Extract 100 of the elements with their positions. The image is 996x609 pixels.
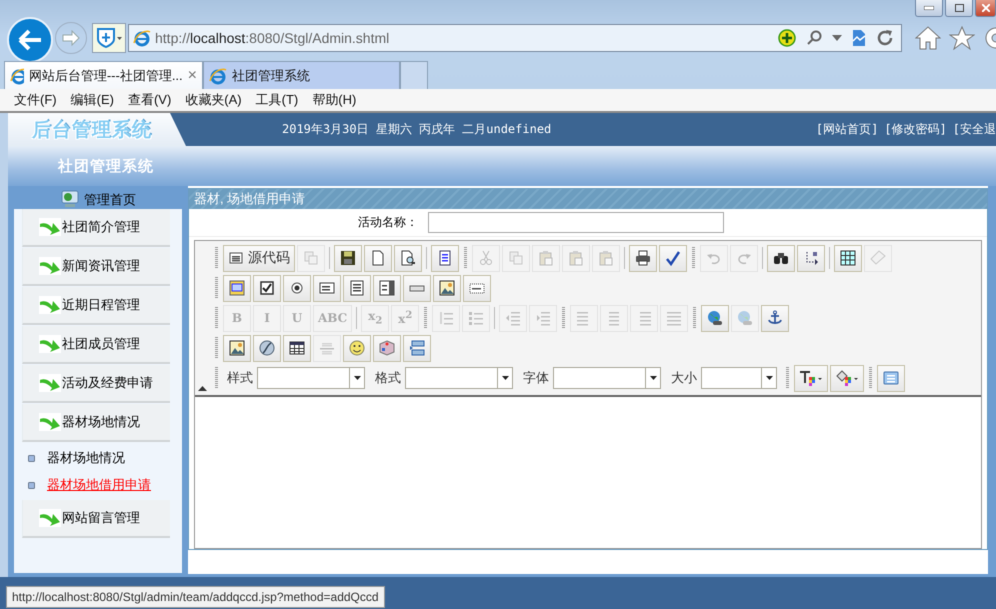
sidebar-item[interactable]: 网站留言管理 bbox=[22, 500, 170, 538]
size-select[interactable] bbox=[701, 367, 777, 389]
image-button[interactable] bbox=[223, 334, 251, 362]
smiley-button[interactable] bbox=[343, 334, 371, 362]
form-button-button[interactable] bbox=[403, 274, 431, 302]
page-break-button[interactable] bbox=[403, 334, 431, 362]
clipboard-icon bbox=[568, 250, 584, 266]
background-color-button[interactable] bbox=[830, 364, 864, 392]
new-page-button[interactable] bbox=[364, 244, 392, 272]
sidebar-item[interactable]: 社团简介管理 bbox=[22, 209, 170, 247]
home-icon bbox=[915, 26, 941, 50]
menu-item[interactable]: 工具(T) bbox=[250, 91, 304, 109]
shield-dropdown-button[interactable] bbox=[92, 23, 126, 53]
select-field-button[interactable] bbox=[373, 274, 401, 302]
panel-title: 器材, 场地借用申请 bbox=[189, 189, 987, 209]
minimize-button[interactable] bbox=[915, 0, 943, 17]
collapse-toolbar-button[interactable] bbox=[197, 384, 208, 393]
text-color-button[interactable] bbox=[794, 364, 828, 392]
link-tooltip: http://localhost:8080/Stgl/admin/team/addqccd.jsp?method=addQccd bbox=[6, 586, 385, 608]
checkbox-button[interactable] bbox=[253, 274, 281, 302]
menu-item[interactable]: 文件(F) bbox=[8, 91, 63, 109]
browser-e-icon bbox=[133, 29, 151, 47]
menu-item[interactable]: 编辑(E) bbox=[64, 91, 120, 109]
replace-button[interactable] bbox=[797, 244, 825, 272]
save-button[interactable] bbox=[334, 244, 362, 272]
text-area-button[interactable] bbox=[343, 274, 371, 302]
outdent-icon bbox=[505, 310, 522, 326]
header-link[interactable]: [修改密码] bbox=[884, 121, 947, 138]
menu-item[interactable]: 帮助(H) bbox=[306, 91, 362, 109]
sidebar-item[interactable]: 新闻资讯管理 bbox=[22, 248, 170, 286]
home-button[interactable] bbox=[912, 26, 944, 50]
sidebar-link[interactable]: 器材场地借用申请 bbox=[47, 476, 151, 494]
format-select[interactable] bbox=[405, 367, 513, 389]
link-button[interactable] bbox=[701, 304, 730, 332]
tab-title: 社团管理系统 bbox=[232, 66, 311, 84]
minimize-icon bbox=[924, 6, 934, 10]
dropdown-button[interactable] bbox=[829, 35, 845, 41]
anchor-button[interactable] bbox=[761, 304, 790, 332]
clipboard-icon bbox=[598, 250, 614, 266]
print-button[interactable] bbox=[629, 244, 657, 272]
site-logo: 后台管理系统 bbox=[8, 113, 186, 146]
text-field-button[interactable] bbox=[313, 274, 341, 302]
dropdown-arrow-icon bbox=[354, 376, 360, 380]
tab-title: 网站后台管理---社团管理... bbox=[28, 66, 183, 84]
font-select[interactable] bbox=[553, 367, 661, 389]
image-button-button[interactable] bbox=[433, 274, 461, 302]
back-arrow-icon bbox=[18, 29, 42, 51]
smiley-icon bbox=[349, 340, 365, 356]
maximize-button[interactable] bbox=[877, 364, 905, 392]
form-button[interactable] bbox=[223, 274, 251, 302]
table-button[interactable] bbox=[283, 334, 311, 362]
bullet-icon bbox=[28, 482, 35, 488]
checkmark-icon bbox=[665, 250, 681, 266]
form-icon bbox=[229, 280, 245, 296]
back-button[interactable] bbox=[7, 17, 53, 63]
sidebar-item[interactable]: 社团成员管理 bbox=[22, 326, 170, 364]
page-icon bbox=[437, 250, 453, 266]
templates-button[interactable] bbox=[431, 244, 459, 272]
sidebar-link[interactable]: 器材场地情况 bbox=[47, 449, 125, 467]
browser-tab[interactable]: 网站后台管理---社团管理... × bbox=[4, 61, 203, 89]
plus-circle-icon bbox=[778, 29, 796, 47]
close-button[interactable] bbox=[975, 0, 996, 17]
home-link[interactable]: 管理首页 bbox=[84, 191, 136, 209]
sidebar-item[interactable]: 器材场地情况 bbox=[22, 404, 170, 442]
radio-button[interactable] bbox=[283, 274, 311, 302]
style-select[interactable] bbox=[257, 367, 365, 389]
preview-button[interactable] bbox=[394, 244, 422, 272]
eraser-icon bbox=[870, 250, 886, 266]
field-label: 格式 bbox=[375, 369, 401, 387]
forward-button[interactable] bbox=[55, 22, 87, 54]
spellcheck-button[interactable] bbox=[659, 244, 687, 272]
hidden-field-button[interactable] bbox=[463, 274, 491, 302]
special-character-button[interactable] bbox=[373, 334, 401, 362]
find-button[interactable] bbox=[767, 244, 795, 272]
checkbox-icon bbox=[259, 280, 275, 296]
sidebar-item[interactable]: 活动及经费申请 bbox=[22, 365, 170, 403]
close-tab-button[interactable]: × bbox=[188, 66, 197, 84]
magnifier-page-icon bbox=[400, 250, 416, 266]
menu-item[interactable]: 收藏夹(A) bbox=[179, 91, 248, 109]
globe-link-icon bbox=[707, 310, 724, 326]
header-link[interactable]: [安全退 bbox=[952, 121, 996, 138]
source-code-button[interactable]: 源代码 bbox=[223, 244, 295, 272]
window-icon bbox=[883, 370, 899, 386]
caret-icon bbox=[832, 35, 842, 41]
flash-button[interactable] bbox=[253, 334, 281, 362]
select-all-button[interactable] bbox=[834, 244, 862, 272]
field-label: 活动名称： bbox=[357, 214, 419, 231]
favorites-button[interactable] bbox=[946, 26, 978, 50]
maximize-button[interactable] bbox=[945, 0, 973, 17]
address-bar[interactable]: http://localhost:8080/Stgl/Admin.shtml bbox=[128, 24, 902, 52]
numbered-list-icon bbox=[438, 310, 454, 326]
menu-item[interactable]: 查看(V) bbox=[122, 91, 178, 109]
browser-tab[interactable]: 社团管理系统 bbox=[203, 61, 400, 89]
flash-icon bbox=[259, 340, 275, 356]
torn-page-icon bbox=[852, 29, 866, 47]
activity-name-field[interactable] bbox=[428, 212, 724, 233]
pages-icon bbox=[303, 250, 319, 266]
cube-icon bbox=[379, 340, 395, 356]
header-link[interactable]: [网站首页] bbox=[816, 121, 878, 138]
sidebar-item[interactable]: 近期日程管理 bbox=[22, 287, 170, 325]
